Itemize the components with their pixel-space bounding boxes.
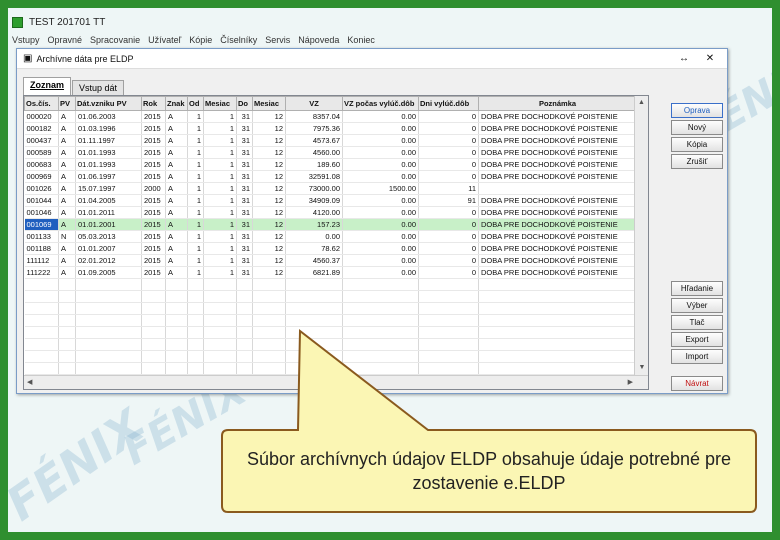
presentation-slide: FÉNIX FÉNIX FÉNIX TEST 201701 TT Vstupy … [8,8,772,532]
callout-text: Súbor archívnych údajov ELDP obsahuje úd… [247,449,731,493]
